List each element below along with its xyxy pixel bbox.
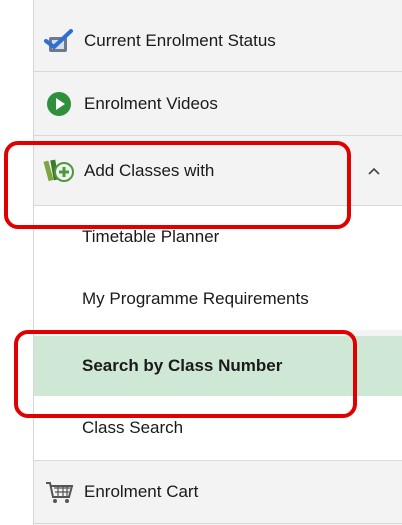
check-clipboard-icon <box>42 27 76 55</box>
chevron-up-icon[interactable] <box>367 166 381 176</box>
menu-item-current-enrolment-status[interactable]: Current Enrolment Status <box>34 10 402 72</box>
menu-item-label: Add Classes with <box>84 160 215 180</box>
menu-item-label: Enrolment Videos <box>84 93 218 113</box>
submenu-item-timetable-planner[interactable]: Timetable Planner <box>34 206 402 268</box>
submenu-item-my-programme-requirements[interactable]: My Programme Requirements <box>34 268 402 330</box>
menu-item-enrolment-videos[interactable]: Enrolment Videos <box>34 72 402 136</box>
enrolment-sidebar-menu: Current Enrolment Status Enrolment Video… <box>33 0 402 525</box>
menu-item-label: Enrolment Cart <box>84 482 199 501</box>
submenu-item-label: My Programme Requirements <box>82 289 309 308</box>
submenu-item-class-search[interactable]: Class Search <box>34 396 402 460</box>
shopping-cart-icon <box>42 478 76 506</box>
submenu-item-search-by-class-number[interactable]: Search by Class Number <box>34 336 402 396</box>
menu-item-label: Current Enrolment Status <box>84 30 276 50</box>
play-circle-icon <box>42 90 76 118</box>
menu-item-add-classes-with[interactable]: Add Classes with <box>34 136 402 206</box>
menu-item-enrolment-cart[interactable]: Enrolment Cart <box>34 460 402 524</box>
submenu-item-label: Timetable Planner <box>82 227 220 246</box>
submenu-item-label: Class Search <box>82 418 184 437</box>
add-classes-icon <box>42 157 76 185</box>
submenu-item-label: Search by Class Number <box>82 356 283 375</box>
